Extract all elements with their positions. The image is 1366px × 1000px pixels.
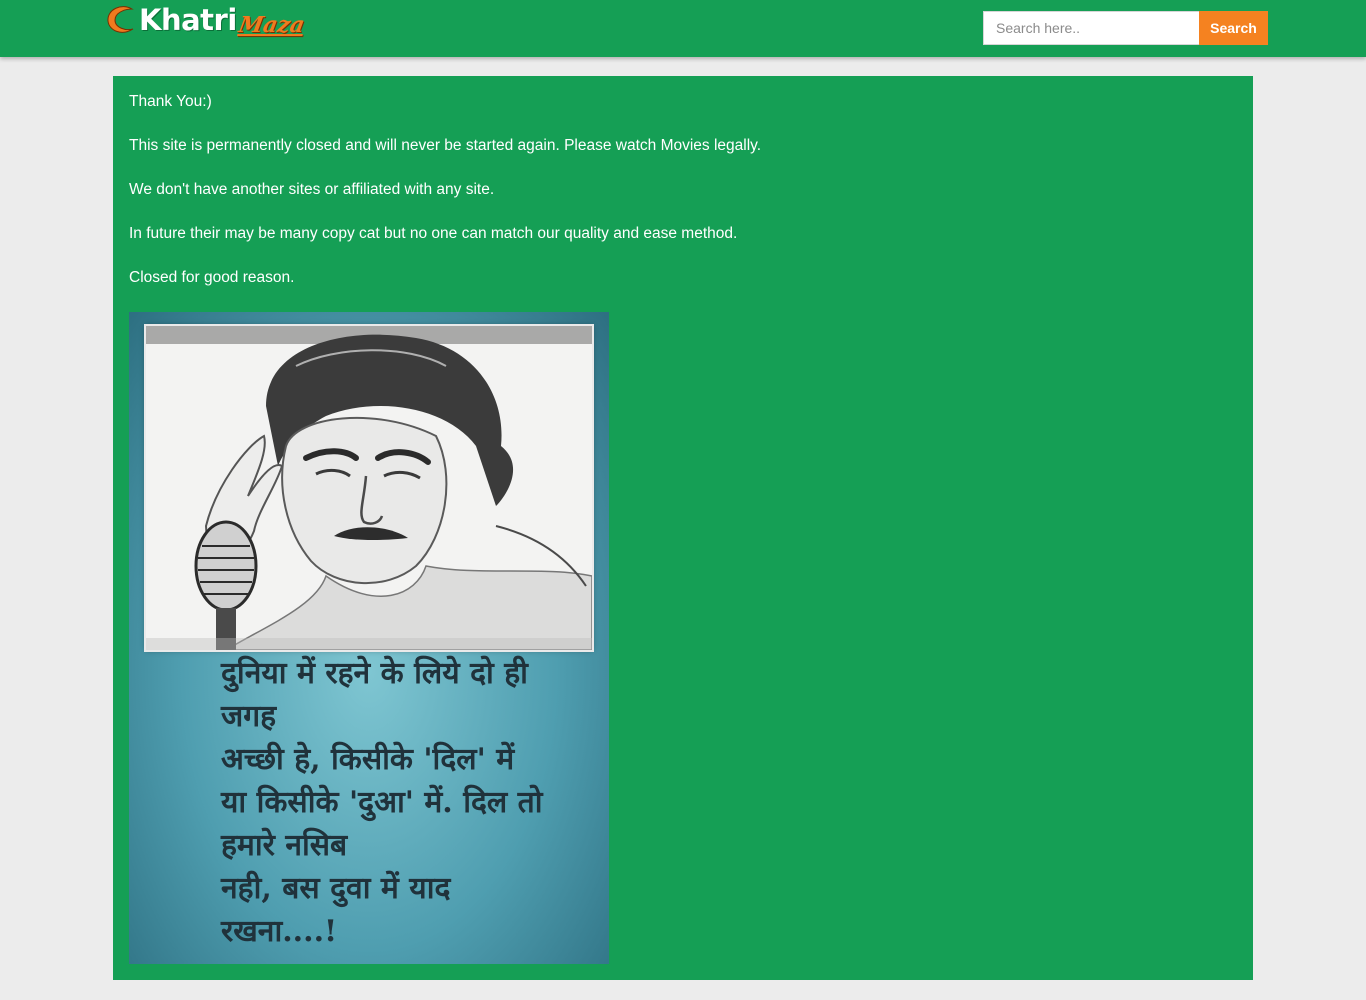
notice-closed-reason: Closed for good reason.	[129, 269, 295, 286]
notice-copy-cat: In future their may be many copy cat but…	[129, 225, 738, 242]
poem-line: या किसीके 'दुआ' में. दिल तो	[221, 785, 543, 820]
site-header: Khatri Maza Search	[0, 0, 1366, 57]
logo-text-sub: Maza	[236, 12, 307, 38]
poem-line: रखना....!	[221, 914, 338, 949]
site-logo[interactable]: Khatri Maza	[104, 2, 307, 38]
poem-line: जगह	[221, 699, 277, 734]
logo-text-main: Khatri	[139, 2, 237, 37]
hindi-poem-text: दुनिया में रहने के लिये दो ही जगह अच्छी …	[221, 652, 581, 953]
poem-line: अच्छी हे, किसीके 'दिल' में	[221, 742, 515, 777]
poem-line: दुनिया में रहने के लिये दो ही	[221, 656, 528, 691]
notice-closed-message: This site is permanently closed and will…	[129, 137, 762, 154]
poem-line: हमारे नसिब	[221, 828, 348, 863]
search-input[interactable]	[983, 11, 1199, 45]
farewell-poster-image: दुनिया में रहने के लिये दो ही जगह अच्छी …	[129, 312, 609, 964]
singer-sketch-illustration	[146, 326, 592, 650]
singer-sketch-photo	[146, 326, 592, 650]
search-form: Search	[983, 11, 1268, 45]
notice-no-affiliates: We don't have another sites or affiliate…	[129, 181, 495, 198]
logo-swoosh-icon	[107, 6, 134, 33]
notice-thank-you: Thank You:)	[129, 93, 212, 110]
poem-line: नही, बस दुवा में याद	[221, 871, 451, 906]
closure-notice-panel: Thank You:) This site is permanently clo…	[113, 76, 1253, 980]
search-button[interactable]: Search	[1199, 11, 1268, 45]
